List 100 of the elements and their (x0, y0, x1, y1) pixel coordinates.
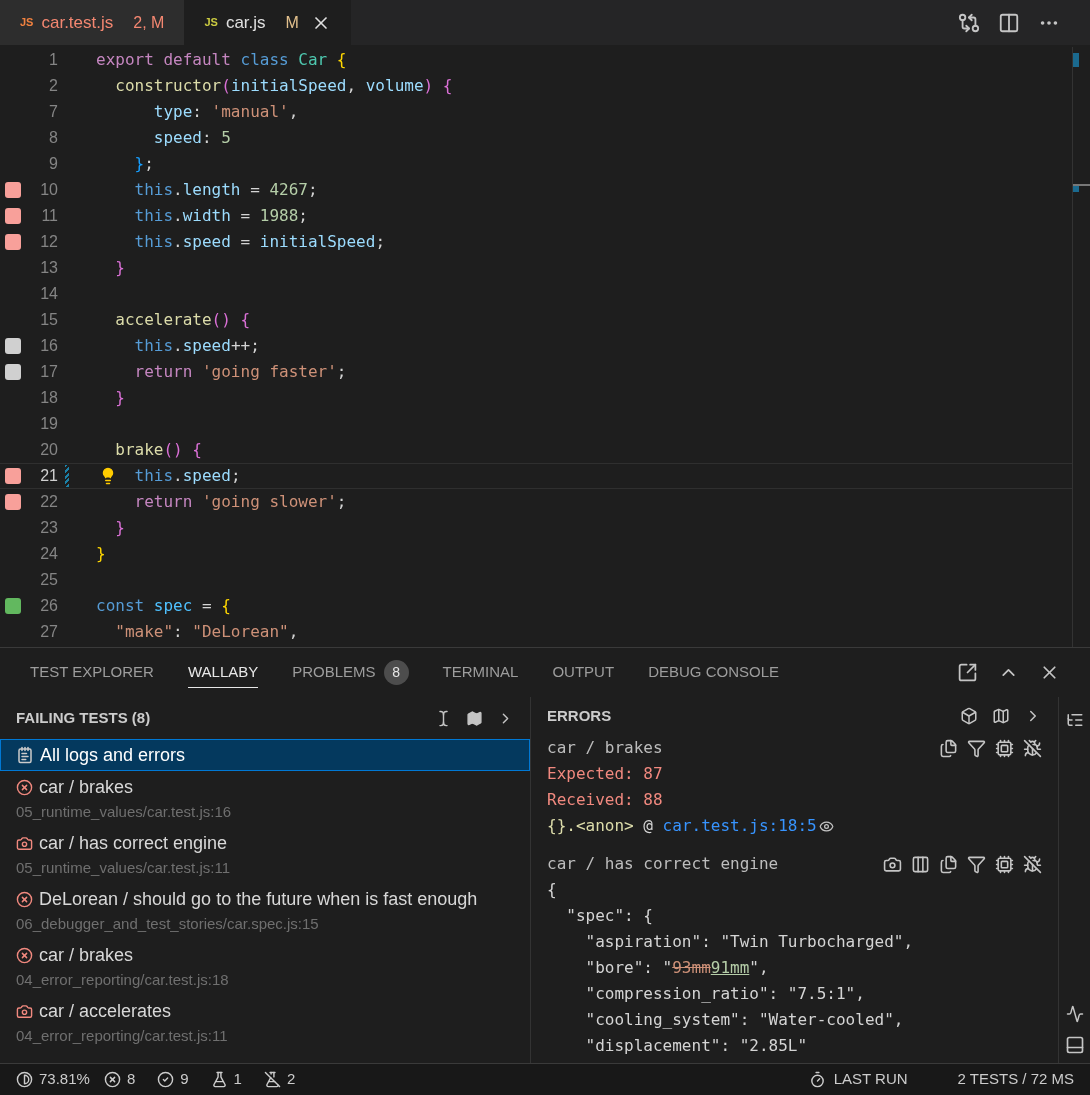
error-output-line: "spec": { (565, 905, 653, 927)
line-number: 9 (48, 154, 58, 174)
code-line: constructor(initialSpeed, volume) { (115, 75, 453, 97)
cube-icon[interactable] (960, 707, 978, 725)
panel-tab[interactable]: TERMINAL (442, 657, 519, 688)
line-number: 22 (39, 492, 58, 512)
code-line: this.speed = initialSpeed; (134, 231, 385, 253)
line-number: 17 (39, 362, 58, 382)
line-number: 1 (48, 50, 58, 70)
map-icon[interactable] (466, 709, 483, 727)
error-title: car / brakes (547, 737, 663, 759)
run-summary: 2 TESTS / 72 MS (957, 1069, 1074, 1090)
code-line: accelerate() { (115, 309, 251, 331)
line-number: 25 (39, 570, 58, 590)
panel-tab[interactable]: TEST EXPLORER (30, 657, 154, 688)
code-line: "make": "DeLorean", (115, 621, 299, 643)
error-output-line: "compression_ratio": "7.5:1", (584, 983, 865, 1005)
code-line: return 'going slower'; (134, 491, 347, 513)
stopwatch-icon (808, 1071, 826, 1088)
tab-status: 2, M (133, 12, 165, 33)
panel-tab[interactable]: WALLABY (187, 657, 259, 688)
scrollbar[interactable] (1072, 47, 1090, 647)
filter-icon[interactable] (967, 738, 986, 758)
line-number: 13 (39, 258, 58, 278)
flask-icon (210, 1071, 228, 1088)
list-tree-icon[interactable] (1065, 711, 1084, 729)
code-line: type: 'manual', (153, 101, 299, 123)
error-circle-icon (16, 947, 33, 965)
bug-icon[interactable] (1023, 738, 1042, 758)
failing-test-item[interactable]: car / accelerates 04_error_reporting/car.test.js:11 (0, 995, 530, 1051)
test-path: 04_error_reporting/car.test.js:11 (16, 1026, 229, 1047)
error-title: car / has correct engine (547, 853, 779, 875)
error-output-line: "aspiration": "Twin Turbocharged", (584, 931, 914, 953)
test-count: 1 (233, 1069, 242, 1090)
error-output-line: Received: 88 (547, 789, 663, 811)
js-file-icon: JS (204, 14, 218, 31)
camera-icon (16, 835, 33, 853)
test-path: 06_debugger_and_test_stories/car.spec.js:15 (16, 914, 320, 935)
chip-icon[interactable] (995, 738, 1014, 758)
test-path: 05_runtime_values/car.test.js:16 (16, 802, 233, 823)
test-path: 04_error_reporting/car.test.js:18 (16, 970, 230, 991)
line-number: 18 (39, 388, 58, 408)
code-line: }; (134, 153, 154, 175)
split-editor-icon[interactable] (998, 11, 1020, 34)
compare-changes-icon[interactable] (958, 11, 980, 34)
panel-tab[interactable]: PROBLEMS 8 (292, 657, 409, 688)
test-path: 05_runtime_values/car.test.js:11 (16, 858, 231, 879)
line-number: 15 (39, 310, 58, 330)
failing-test-item[interactable]: All logs and errors (0, 739, 530, 771)
line-number: 24 (39, 544, 58, 564)
pulse-icon[interactable] (1065, 1005, 1084, 1023)
other-count: 2 (286, 1069, 296, 1090)
editor-tab[interactable]: JS car.test.js 2, M (0, 0, 185, 45)
error-circle-icon (103, 1071, 121, 1088)
test-name: car / has correct engine (39, 832, 228, 856)
copy-icon[interactable] (939, 738, 958, 758)
chip-icon[interactable] (995, 854, 1014, 874)
code-line: return 'going faster'; (134, 361, 347, 383)
failing-test-item[interactable]: car / brakes 05_runtime_values/car.test.js:16 (0, 771, 530, 827)
check-circle-icon (157, 1071, 175, 1088)
line-number: 23 (39, 518, 58, 538)
error-output-line: "bore": "93mm91mm", (584, 957, 769, 979)
panel-heading: ERRORS (547, 705, 612, 726)
camera-icon[interactable] (883, 854, 902, 874)
panel-icon[interactable] (1064, 1035, 1085, 1055)
line-number: 10 (39, 180, 58, 200)
test-name: car / brakes (39, 944, 134, 968)
line-number: 14 (39, 284, 58, 304)
passing-count: 9 (180, 1069, 189, 1090)
panel-heading: FAILING TESTS (8) (16, 707, 151, 728)
line-number: 20 (39, 440, 58, 460)
bug-icon[interactable] (1023, 854, 1042, 874)
code-line: this.width = 1988; (134, 205, 308, 227)
columns-icon[interactable] (911, 854, 930, 874)
panel-tab[interactable]: DEBUG CONSOLE (648, 657, 779, 688)
open-external-icon[interactable] (957, 662, 978, 683)
eye-icon[interactable] (818, 818, 834, 834)
line-number: 26 (39, 596, 58, 616)
error-circle-icon (16, 891, 33, 909)
code-line: } (115, 257, 125, 279)
copy-icon[interactable] (939, 854, 958, 874)
camera-icon (16, 1003, 33, 1021)
line-number: 7 (48, 102, 58, 122)
last-run-label[interactable]: LAST RUN (833, 1068, 908, 1091)
failing-test-item[interactable]: car / brakes 04_error_reporting/car.test.js:18 (0, 939, 530, 995)
test-name: All logs and errors (40, 743, 186, 767)
failing-test-item[interactable]: DeLorean / should go to the future when is fast enough 06_debugger_and_test_stories/car.spec.js:15 (0, 883, 530, 939)
code-line: const spec = { (96, 595, 231, 617)
editor-tab[interactable]: JS car.js M (184, 0, 351, 45)
panel-tab[interactable]: OUTPUT (552, 657, 615, 688)
test-name: car / brakes (39, 776, 134, 800)
code-line: speed: 5 (153, 127, 231, 149)
failing-test-item[interactable]: car / has correct engine 05_runtime_values/car.test.js:11 (0, 827, 530, 883)
filter-icon[interactable] (967, 854, 986, 874)
error-output-line: Expected: 87 (547, 763, 663, 785)
line-number: 21 (39, 466, 58, 486)
code-line: this.speed++; (134, 335, 260, 357)
error-output-line: { (547, 879, 557, 901)
code-line: export default class Car { (96, 49, 347, 71)
map-icon[interactable] (992, 707, 1010, 725)
